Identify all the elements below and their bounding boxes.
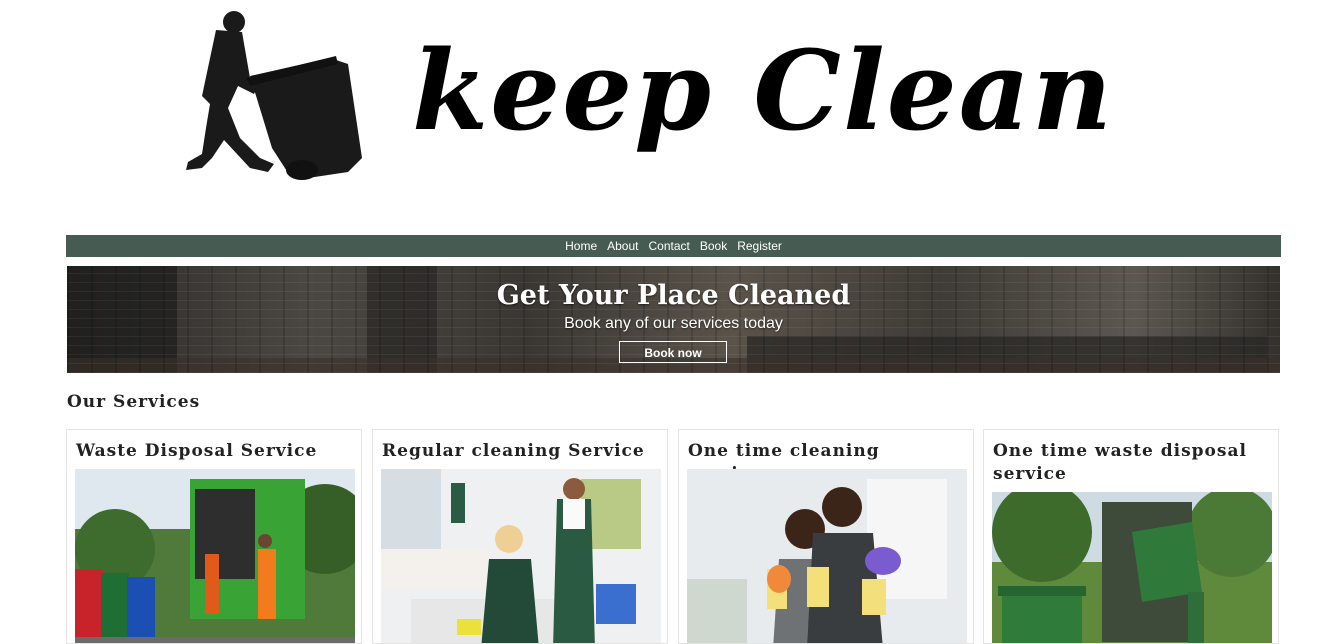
nav-contact[interactable]: Contact [648, 239, 689, 253]
nav-book[interactable]: Book [700, 239, 727, 253]
service-card-one-time-waste-disposal[interactable]: One time waste disposal service [983, 429, 1279, 644]
services-heading: Our Services [67, 392, 201, 412]
service-card-waste-disposal[interactable]: Waste Disposal Service [66, 429, 362, 644]
person-with-bin-icon [186, 11, 362, 180]
main-nav: Home About Contact Book Register [66, 235, 1281, 257]
hero-title: Get Your Place Cleaned [496, 280, 851, 311]
service-card-title: Regular cleaning Service [382, 441, 645, 461]
service-card-title: One time waste disposal service [993, 441, 1247, 484]
book-now-button[interactable]: Book now [619, 341, 727, 363]
service-image-cleaners [381, 469, 661, 643]
hero-banner: Get Your Place Cleaned Book any of our s… [67, 266, 1280, 373]
hero-subtitle: Book any of our services today [564, 315, 783, 332]
service-card-one-time-cleaning[interactable]: One time cleaning service [678, 429, 974, 644]
logo-wordmark: keep Clean [412, 26, 1114, 155]
nav-register[interactable]: Register [737, 239, 782, 253]
service-image-garbage-truck [75, 469, 355, 643]
nav-home[interactable]: Home [565, 239, 597, 253]
service-image-bin-lift-truck [992, 492, 1272, 643]
service-card-title: Waste Disposal Service [76, 441, 318, 461]
nav-about[interactable]: About [607, 239, 638, 253]
service-image-cleaning-couple [687, 469, 967, 643]
site-logo[interactable]: keep Clean [180, 8, 1140, 188]
service-card-regular-cleaning[interactable]: Regular cleaning Service [372, 429, 668, 644]
